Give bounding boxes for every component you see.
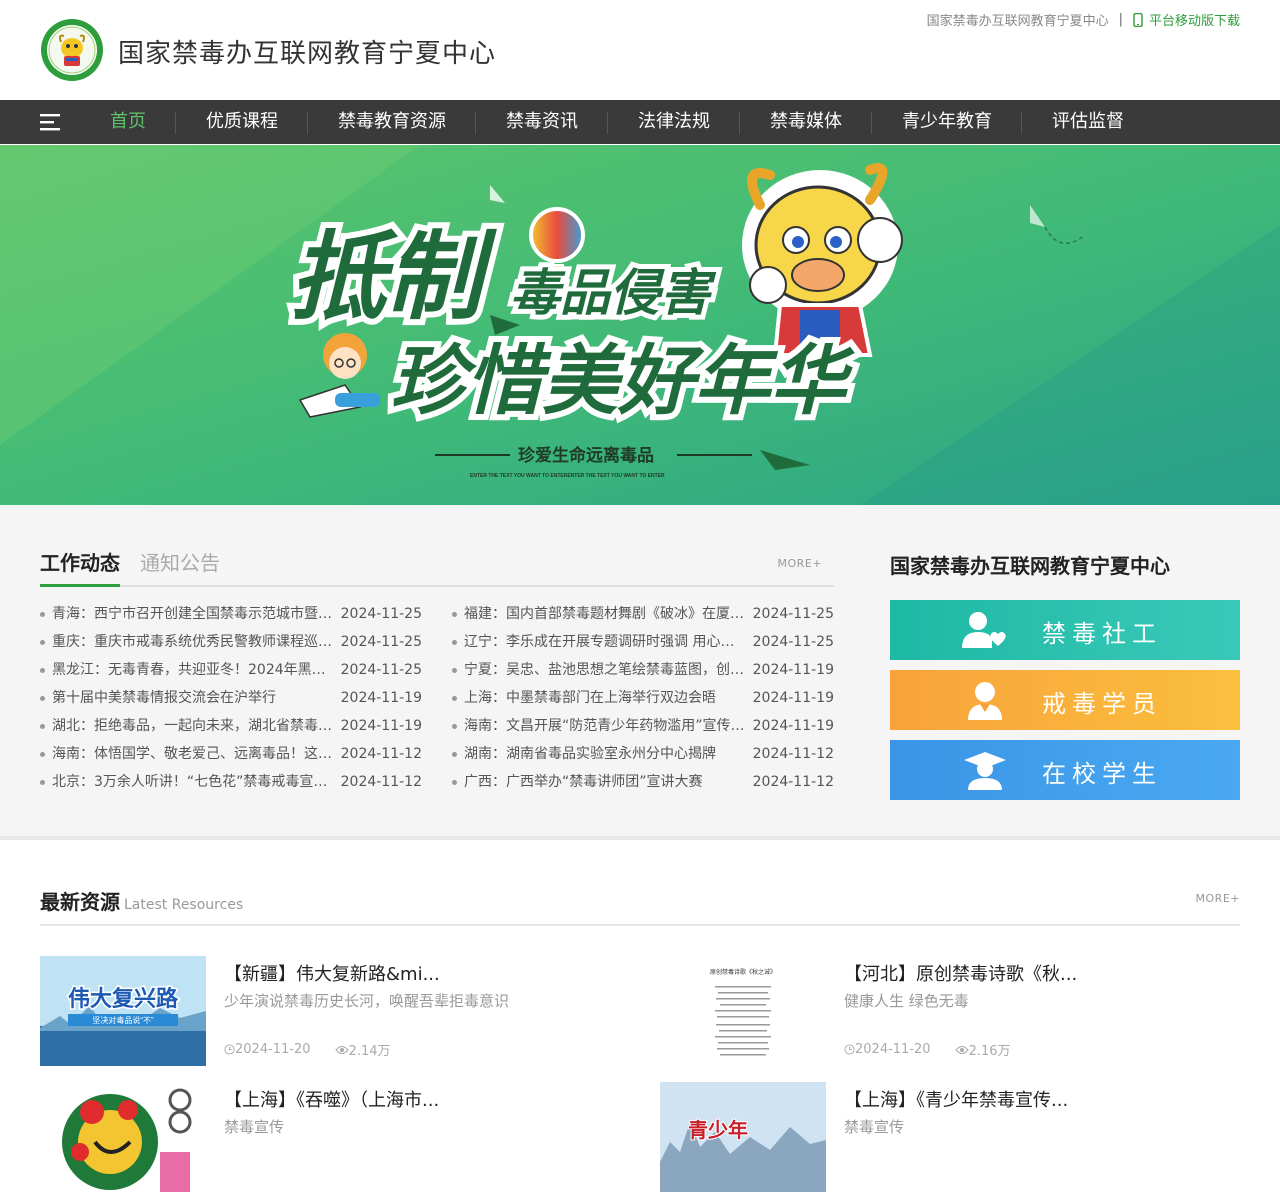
site-logo[interactable]	[40, 18, 104, 82]
news-item[interactable]: 海南：体悟国学、敬老爱己、远离毒品！这场活动 2024-11-12	[40, 740, 422, 768]
news-item[interactable]: 北京：3万余人听讲！“七色花”禁毒戒毒宣讲团 2024-11-12	[40, 768, 422, 796]
mobile-download-label: 平台移动版下载	[1148, 14, 1240, 29]
banner-line2: 珍惜美好年华	[390, 339, 855, 424]
resource-title[interactable]: 【河北】原创禁毒诗歌《秋...	[844, 960, 1077, 986]
resource-meta: 2024-11-20 2.16万	[844, 1040, 1035, 1059]
news-list-left: 青海：西宁市召开创建全国禁毒示范城市暨全市禁毒工作推进会2024-11-25 重…	[40, 600, 422, 796]
banner-artwork: 抵制 毒品侵害 珍惜美好年华 珍爱生命远离毒品 ENTER THE TEXT Y…	[0, 145, 1280, 505]
resource-meta: 2024-11-20 2.14万	[224, 1040, 415, 1059]
student-label: 在校学生	[1042, 760, 1162, 788]
resource-title[interactable]: 【上海】《吞噬》（上海市...	[224, 1086, 439, 1112]
nav-list: 首页 优质课程 禁毒教育资源 禁毒资讯 法律法规 禁毒媒体 青少年教育 评估监督	[80, 100, 1154, 144]
news-item[interactable]: 重庆：重庆市戒毒系统优秀民警教师课程巡讲活动 2024-11-25	[40, 628, 422, 656]
social-worker-icon	[962, 612, 1006, 648]
nav-item-resources[interactable]: 禁毒教育资源	[308, 100, 476, 144]
news-item[interactable]: 湖南：湖南省毒品实验室永州分中心揭牌 2024-11-12	[452, 740, 834, 768]
phone-icon	[1133, 12, 1143, 27]
resource-card[interactable]: 伟大复兴路 坚决对毒品说“不” 【新疆】伟大复新路&mi... 少年演说禁毒历史…	[40, 956, 620, 1066]
eye-icon	[334, 1045, 349, 1054]
news-item[interactable]: 湖北：拒绝毒品，一起向未来，湖北省禁毒宣传活动2024-11-19	[40, 712, 422, 740]
top-links: 国家禁毒办互联网教育宁夏中心 | 平台移动版下载	[927, 10, 1240, 29]
nav-item-news[interactable]: 禁毒资讯	[476, 100, 608, 144]
resource-thumbnail[interactable]	[40, 1082, 206, 1192]
resource-title[interactable]: 【新疆】伟大复新路&mi...	[224, 960, 440, 986]
eye-icon	[954, 1045, 969, 1054]
resource-date: 2024-11-20	[844, 1042, 943, 1057]
resource-card[interactable]: 原创禁毒诗歌《秋之诫》 【河北】原创禁毒诗歌《秋... 健康人生 绿色无毒 20…	[660, 956, 1240, 1066]
resource-card[interactable]: 青少年 【上海】《青少年禁毒宣传... 禁毒宣传	[660, 1082, 1240, 1192]
tab-work-updates[interactable]: 工作动态	[40, 547, 120, 587]
menu-icon[interactable]	[40, 112, 60, 132]
nav-item-laws[interactable]: 法律法规	[608, 100, 740, 144]
resource-thumbnail[interactable]: 原创禁毒诗歌《秋之诫》	[660, 956, 826, 1066]
news-item[interactable]: 福建：国内首部禁毒题材舞剧《破冰》在厦门首演 2024-11-25	[452, 600, 834, 628]
nav-item-courses[interactable]: 优质课程	[176, 100, 308, 144]
news-item[interactable]: 辽宁：李乐成在开展专题调研时强调 用心用情 2024-11-25	[452, 628, 834, 656]
resource-date: 2024-11-20	[224, 1042, 323, 1057]
resource-views: 2.16万	[954, 1040, 1023, 1059]
news-item[interactable]: 上海：中墨禁毒部门在上海举行双边会晤 2024-11-19	[452, 684, 834, 712]
resource-thumbnail[interactable]: 青少年	[660, 1082, 826, 1192]
resource-card[interactable]: 【上海】《吞噬》（上海市... 禁毒宣传	[40, 1082, 620, 1192]
news-item[interactable]: 广西：广西举办“禁毒讲师团”宣讲大赛 2024-11-12	[452, 768, 834, 796]
nav-item-youth[interactable]: 青少年教育	[872, 100, 1022, 144]
resources-title-en: Latest Resources	[124, 897, 244, 913]
news-item[interactable]: 宁夏：吴忠、盐池思想之笔绘禁毒蓝图，创新宣传 2024-11-19	[452, 656, 834, 684]
banner-small-text: ENTER THE TEXT YOU WANT TO ENTERENTER TH…	[470, 473, 665, 479]
resource-views: 2.14万	[334, 1040, 403, 1059]
resource-desc: 禁毒宣传	[844, 1118, 905, 1136]
news-section: 工作动态 通知公告 MORE+ 青海：西宁市召开创建全国禁毒示范城市暨全市禁毒工…	[0, 505, 1280, 840]
trainee-label: 戒毒学员	[1042, 690, 1162, 718]
nav-item-home[interactable]: 首页	[80, 100, 176, 144]
resources-more-link[interactable]: MORE+	[1196, 892, 1240, 905]
news-item[interactable]: 海南：文昌开展“防范青少年药物滥用”宣传活动 2024-11-19	[452, 712, 834, 740]
resources-header: 最新资源 Latest Resources MORE+	[40, 886, 1240, 926]
site-title[interactable]: 国家禁毒办互联网教育宁夏中心	[118, 33, 496, 70]
tab-notices[interactable]: 通知公告	[140, 547, 220, 587]
resources-section: 最新资源 Latest Resources MORE+ 伟大复兴路 坚决对毒品说“…	[0, 844, 1280, 1192]
news-item[interactable]: 青海：西宁市召开创建全国禁毒示范城市暨全市禁毒工作推进会2024-11-25	[40, 600, 422, 628]
resource-thumb-subtitle: 坚决对毒品说“不”	[92, 1015, 154, 1025]
social-worker-button[interactable]: 禁毒社工	[890, 600, 1240, 660]
trainee-button[interactable]: 戒毒学员	[890, 670, 1240, 730]
social-worker-label: 禁毒社工	[1042, 620, 1162, 648]
main-nav: 首页 优质课程 禁毒教育资源 禁毒资讯 法律法规 禁毒媒体 青少年教育 评估监督	[0, 100, 1280, 144]
site-header: 国家禁毒办互联网教育宁夏中心 国家禁毒办互联网教育宁夏中心 | 平台移动版下载	[0, 0, 1280, 100]
news-item[interactable]: 黑龙江：无毒青春，共迎亚冬！2024年黑龙江省禁毒宣传2024-11-25	[40, 656, 422, 684]
student-button[interactable]: 在校学生	[890, 740, 1240, 800]
nav-item-media[interactable]: 禁毒媒体	[740, 100, 872, 144]
top-center-link[interactable]: 国家禁毒办互联网教育宁夏中心	[927, 10, 1109, 29]
resource-title[interactable]: 【上海】《青少年禁毒宣传...	[844, 1086, 1068, 1112]
resource-desc: 健康人生 绿色无毒	[844, 992, 969, 1010]
resource-desc: 禁毒宣传	[224, 1118, 285, 1136]
banner-slogan: 珍爱生命远离毒品	[518, 445, 654, 465]
news-list-right: 福建：国内首部禁毒题材舞剧《破冰》在厦门首演 2024-11-25 辽宁：李乐成在…	[452, 600, 834, 796]
banner-line1b: 毒品侵害	[510, 265, 717, 321]
news-item[interactable]: 第十届中美禁毒情报交流会在沪举行 2024-11-19	[40, 684, 422, 712]
separator: |	[1118, 12, 1123, 27]
resources-title: 最新资源	[40, 890, 120, 914]
nav-item-evaluation[interactable]: 评估监督	[1022, 100, 1154, 144]
student-icon	[964, 752, 1006, 790]
trainee-icon	[968, 682, 1002, 720]
side-title: 国家禁毒办互联网教育宁夏中心	[890, 554, 1170, 578]
banner-line1: 抵制	[290, 224, 497, 331]
hero-banner[interactable]: 抵制 毒品侵害 珍惜美好年华 珍爱生命远离毒品 ENTER THE TEXT Y…	[0, 145, 1280, 505]
news-more-link[interactable]: MORE+	[778, 557, 822, 570]
clock-icon	[224, 1044, 235, 1055]
resource-thumb-title: 青少年	[688, 1118, 748, 1142]
news-tabs: 工作动态 通知公告 MORE+	[40, 545, 834, 587]
resource-thumb-title: 伟大复兴路	[68, 986, 179, 1011]
resource-desc: 少年演说禁毒历史长河，唤醒吾辈拒毒意识	[224, 992, 510, 1010]
resource-thumb-title: 原创禁毒诗歌《秋之诫》	[710, 968, 776, 976]
clock-icon	[844, 1044, 855, 1055]
resource-thumbnail[interactable]: 伟大复兴路 坚决对毒品说“不”	[40, 956, 206, 1066]
mobile-download-link[interactable]: 平台移动版下载	[1133, 10, 1240, 29]
